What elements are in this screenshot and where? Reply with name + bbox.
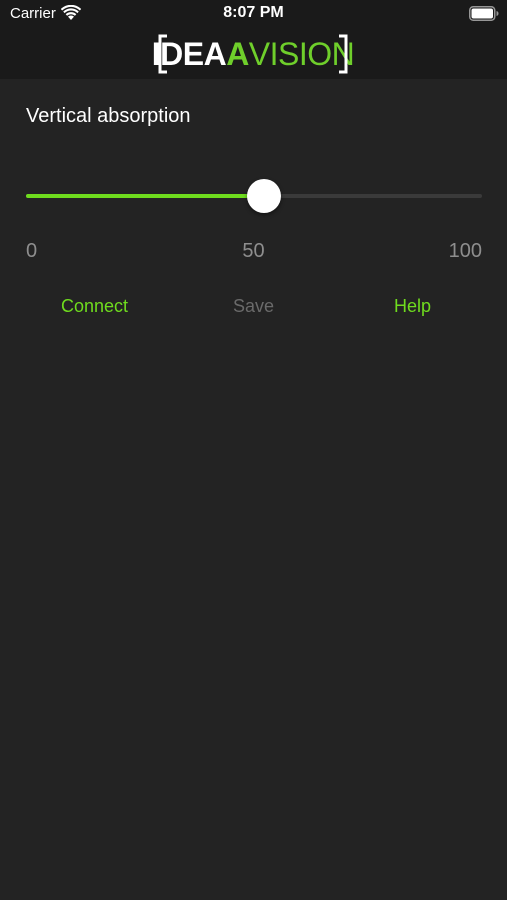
status-bar: Carrier 8:07 PM (0, 0, 507, 28)
help-button[interactable]: Help (394, 296, 431, 317)
slider-value-label: 50 (242, 240, 265, 262)
top-bar: Carrier 8:07 PM IDEA A VISION (0, 0, 507, 79)
slider-thumb[interactable] (247, 179, 281, 213)
status-time: 8:07 PM (223, 4, 284, 21)
slider-fill (26, 194, 254, 198)
battery-full-icon (469, 6, 499, 21)
vertical-absorption-slider[interactable] (26, 178, 482, 214)
screen: Carrier 8:07 PM IDEA A VISION Vertical a… (0, 0, 507, 900)
logo-wordmark: IDEA A VISION (152, 32, 355, 76)
logo-a-text: A (226, 35, 249, 72)
logo-idea-text: IDEA (151, 35, 227, 72)
connect-button[interactable]: Connect (61, 296, 128, 317)
slider-max-label: 100 (448, 240, 482, 262)
logo-right-bracket-icon (339, 34, 348, 74)
vertical-absorption-title: Vertical absorption (26, 105, 191, 127)
ideavision-logo: IDEA A VISION (152, 32, 355, 76)
